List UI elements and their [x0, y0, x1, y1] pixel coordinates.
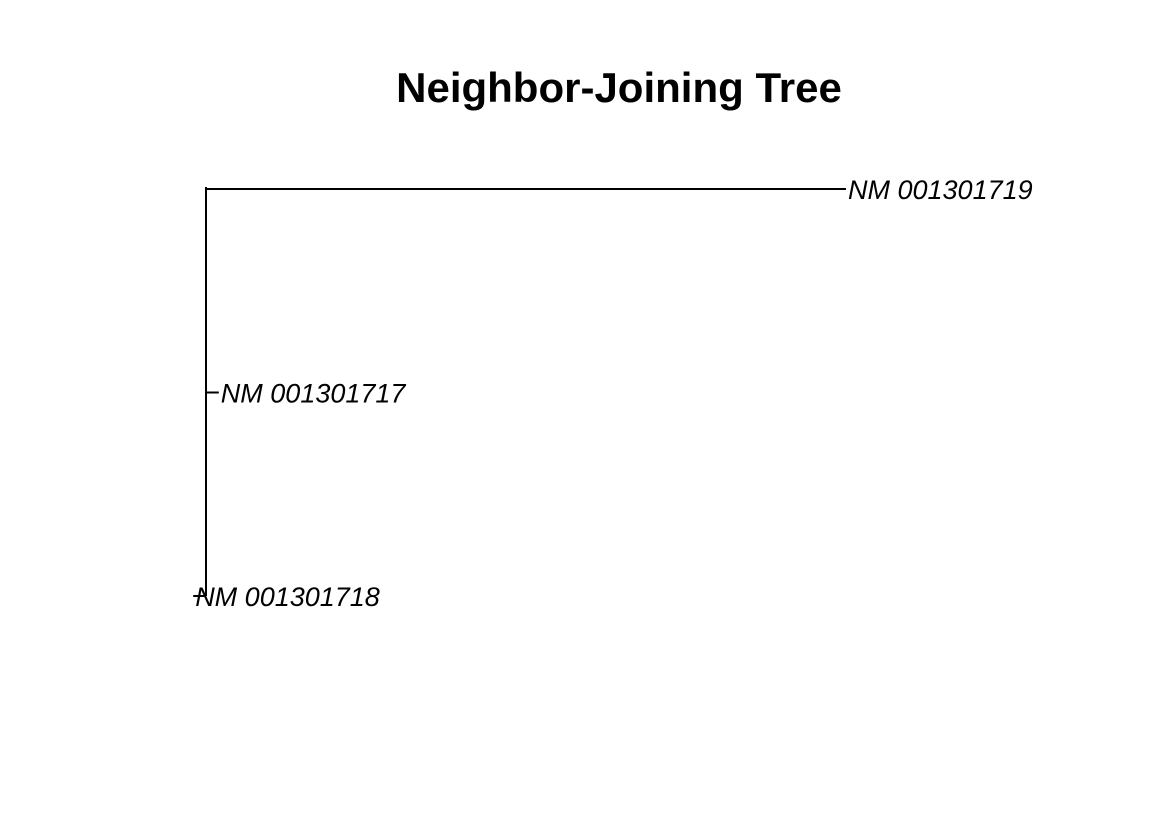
- tip-label: NM 001301717: [221, 379, 407, 409]
- tree-figure: Neighbor-Joining Tree NM 001301719NM 001…: [193, 64, 1033, 612]
- plot-title: Neighbor-Joining Tree: [396, 64, 842, 111]
- tip-label: NM 001301719: [848, 175, 1033, 205]
- tip-label: NM 001301718: [195, 582, 380, 612]
- tree-tips: NM 001301719 NM 001301717 NM 001301718: [193, 175, 1033, 612]
